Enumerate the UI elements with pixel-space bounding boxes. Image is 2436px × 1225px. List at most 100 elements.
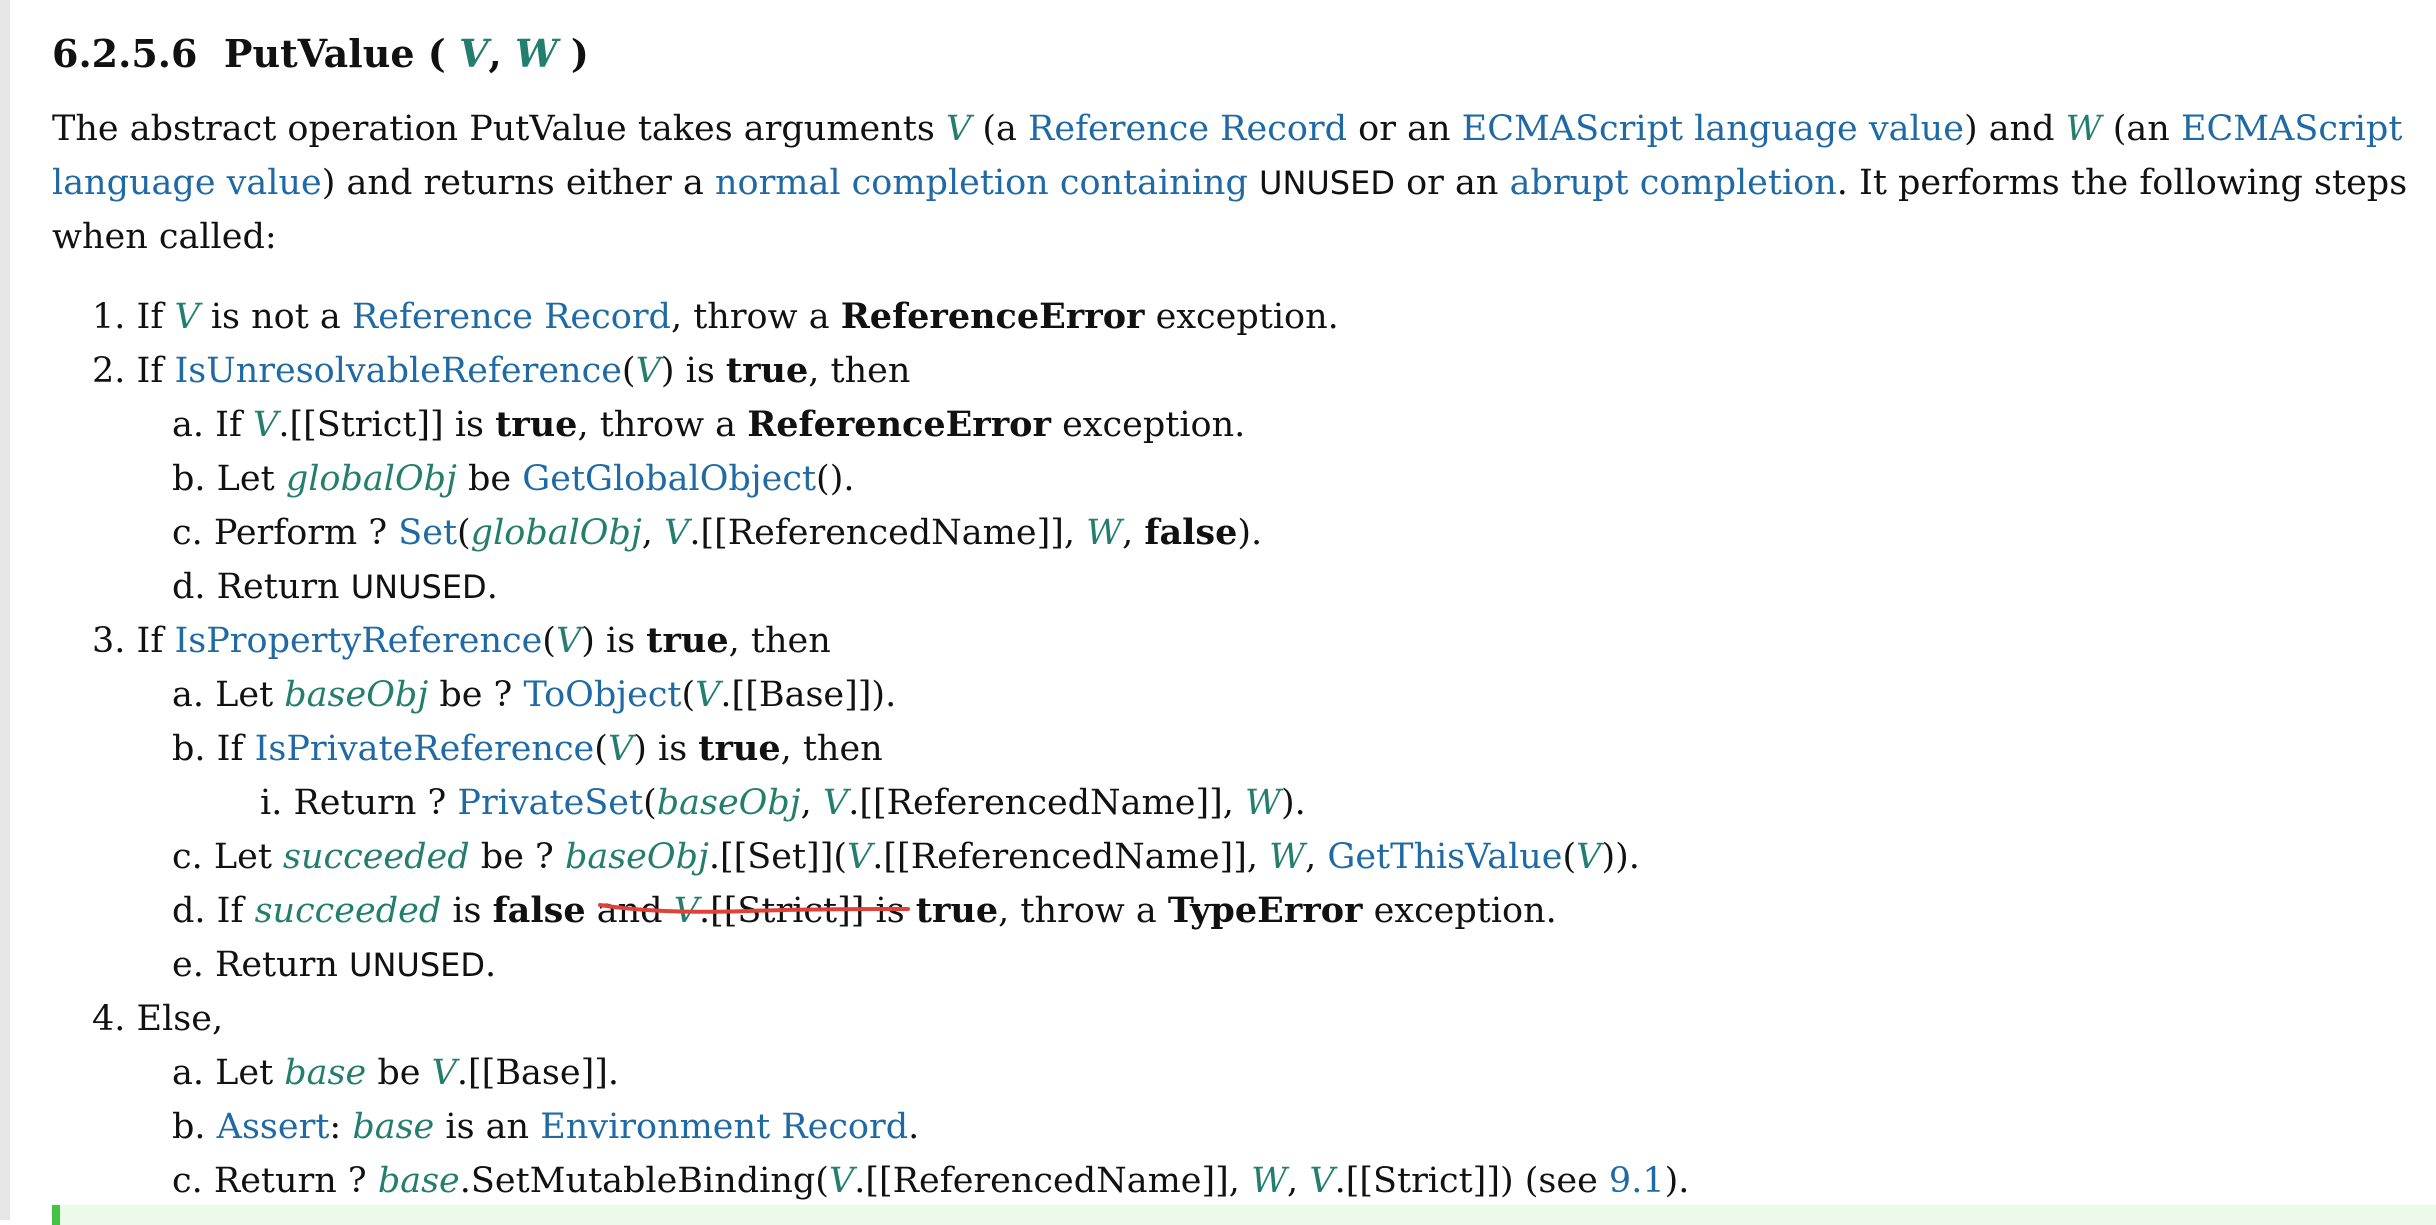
param-v: V	[458, 31, 489, 76]
link-is-private-reference[interactable]: IsPrivateReference	[255, 729, 595, 769]
step-text: ,	[1122, 513, 1145, 553]
var-v: V	[607, 729, 634, 769]
value-false: false	[1144, 512, 1238, 553]
step-text: ).	[1237, 513, 1263, 553]
link-private-set[interactable]: PrivateSet	[457, 783, 643, 823]
link-assert[interactable]: Assert	[217, 1107, 330, 1147]
link-is-property-reference[interactable]: IsPropertyReference	[174, 621, 542, 661]
step-text: )).	[1601, 837, 1640, 877]
step-text: If	[205, 729, 255, 769]
step-text: .[[Base]].	[456, 1053, 620, 1093]
var-v: V	[828, 1161, 855, 1201]
step-marker: 2.	[92, 351, 126, 391]
step-marker: a.	[172, 675, 204, 715]
error-name: ReferenceError	[747, 404, 1051, 445]
step-3a: a. Let baseObj be ? ToObject(V.[[Base]])…	[52, 668, 2422, 722]
step-text: is an	[434, 1107, 541, 1147]
step-text: be ?	[469, 837, 565, 877]
step-text: Let	[202, 837, 284, 877]
step-1: 1. If V is not a Reference Record, throw…	[52, 290, 2422, 344]
step-text: ,	[641, 513, 665, 553]
step-text: is	[441, 891, 493, 931]
value-true: true	[915, 890, 999, 931]
step-text: .[[ReferencedName]],	[854, 1161, 1252, 1201]
intro-text: (an	[2101, 109, 2181, 149]
step-text: Let	[204, 675, 285, 715]
value-true: true	[646, 620, 729, 661]
intro-text: or an	[1394, 163, 1510, 203]
intro-text: The abstract operation PutValue takes ar…	[52, 109, 946, 149]
intro-text: ) and returns either a	[321, 163, 715, 203]
step-text: exception.	[1050, 405, 1246, 445]
value-true: true	[725, 350, 809, 391]
var-base: base	[352, 1107, 435, 1147]
section-number: 6.2.5.6	[52, 31, 198, 76]
step-text: .[[Base]]).	[720, 675, 897, 715]
keyword-unused: UNUSED	[350, 568, 487, 606]
step-text: :	[329, 1107, 353, 1147]
operation-name: PutValue (	[223, 31, 446, 76]
step-marker: c.	[172, 837, 203, 877]
step-text: be	[456, 459, 523, 499]
link-environment-record[interactable]: Environment Record	[540, 1107, 908, 1147]
step-text: (	[1562, 837, 1577, 877]
step-text: (	[457, 513, 471, 553]
var-v: V	[695, 675, 721, 715]
step-text: (	[621, 351, 636, 391]
step-text: ) is	[660, 351, 726, 391]
step-text: .[[Strict]]) (see	[1334, 1161, 1609, 1201]
error-name: ReferenceError	[840, 296, 1145, 337]
var-w: W	[1251, 1161, 1288, 1201]
link-set[interactable]: Set	[398, 513, 457, 553]
link-get-this-value[interactable]: GetThisValue	[1327, 837, 1562, 877]
link-abrupt-completion[interactable]: abrupt completion	[1510, 163, 1837, 203]
step-text: be	[366, 1053, 432, 1093]
step-text: Return	[205, 567, 351, 607]
step-text: .[[ReferencedName]],	[872, 837, 1270, 877]
var-v: V	[1309, 1161, 1335, 1201]
step-text: (	[542, 621, 556, 661]
link-is-unresolvable-reference[interactable]: IsUnresolvableReference	[174, 351, 621, 391]
underline-stroke	[598, 903, 910, 914]
keyword-unused: UNUSED	[349, 946, 485, 984]
step-text: .[[ReferencedName]],	[848, 783, 1246, 823]
var-w: W	[1269, 837, 1306, 877]
step-2a: a. If V.[[Strict]] is true, throw a Refe…	[52, 398, 2422, 452]
step-text: ).	[1281, 783, 1306, 823]
link-to-object[interactable]: ToObject	[523, 675, 681, 715]
step-text: If	[125, 621, 175, 661]
link-reference-record[interactable]: Reference Record	[1028, 109, 1347, 149]
step-text: ,	[1305, 837, 1328, 877]
step-text: ) is	[581, 621, 647, 661]
var-v: V	[174, 297, 200, 337]
step-text: Let	[204, 1053, 285, 1093]
var-base-obj: baseObj	[656, 783, 801, 823]
step-text: be ?	[428, 675, 524, 715]
var-v: V	[847, 837, 873, 877]
step-text: Return	[203, 945, 350, 985]
var-v: V	[1576, 837, 1602, 877]
var-v: V	[431, 1053, 457, 1093]
spec-section: 6.2.5.6 PutValue ( V, W ) The abstract o…	[52, 20, 2422, 1208]
step-text: ,	[1287, 1161, 1310, 1201]
step-text: .	[908, 1107, 920, 1147]
link-get-global-object[interactable]: GetGlobalObject	[522, 459, 816, 499]
step-3: 3. If IsPropertyReference(V) is true, th…	[52, 614, 2422, 668]
step-3e: e. Return UNUSED.	[52, 938, 2422, 992]
step-text: exception.	[1362, 891, 1557, 931]
step-text: If	[125, 351, 175, 391]
section-heading: 6.2.5.6 PutValue ( V, W )	[52, 20, 2422, 88]
link-ecmascript-language-value[interactable]: ECMAScript language value	[1462, 109, 1964, 149]
step-text: is not a	[199, 297, 352, 337]
step-text: (	[643, 783, 657, 823]
intro-text: ) and	[1963, 109, 2066, 149]
title-comma: ,	[488, 31, 502, 76]
link-normal-completion[interactable]: normal completion containing	[715, 163, 1248, 203]
var-succeeded: succeeded	[283, 837, 470, 877]
link-section-9-1[interactable]: 9.1	[1609, 1161, 1665, 1201]
step-text: , throw a	[670, 297, 841, 337]
step-4a: a. Let base be V.[[Base]].	[52, 1046, 2422, 1100]
step-2c: c. Perform ? Set(globalObj, V.[[Referenc…	[52, 506, 2422, 560]
link-reference-record[interactable]: Reference Record	[352, 297, 671, 337]
value-true: true	[495, 404, 578, 445]
